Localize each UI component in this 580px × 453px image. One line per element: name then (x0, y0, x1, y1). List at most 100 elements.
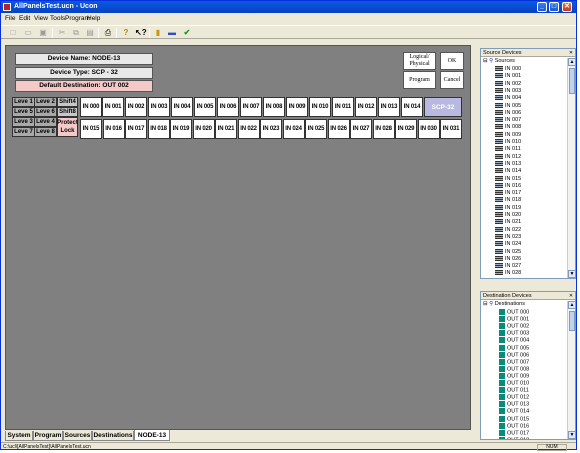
level-6-button[interactable]: Leve 6 (34, 107, 57, 117)
scroll-down-icon[interactable]: ▼ (568, 431, 575, 439)
destination-device-item[interactable]: OUT 006 (499, 351, 529, 359)
source-button[interactable]: IN 017 (125, 119, 147, 139)
source-device-item[interactable]: IN 011 (495, 146, 521, 153)
copy-icon[interactable]: ⧉ (71, 28, 81, 38)
source-button[interactable]: IN 013 (378, 97, 400, 117)
open-icon[interactable]: ▭ (23, 28, 33, 38)
source-button[interactable]: IN 015 (80, 119, 102, 139)
source-button[interactable]: IN 005 (194, 97, 216, 117)
tab-system[interactable]: System (5, 431, 33, 441)
menu-tools[interactable]: Tools (50, 15, 65, 22)
help-icon[interactable]: ? (121, 28, 131, 38)
destination-device-item[interactable]: OUT 009 (499, 372, 529, 380)
destination-device-item[interactable]: OUT 017 (499, 429, 529, 437)
source-button[interactable]: IN 002 (125, 97, 147, 117)
source-device-item[interactable]: IN 000 (495, 66, 521, 73)
menu-view[interactable]: View (34, 15, 48, 22)
source-button[interactable]: IN 025 (305, 119, 327, 139)
tab-sources[interactable]: Sources (63, 431, 92, 441)
source-device-item[interactable]: IN 015 (495, 176, 521, 183)
source-device-item[interactable]: IN 020 (495, 212, 521, 219)
source-device-item[interactable]: IN 006 (495, 110, 521, 117)
source-device-item[interactable]: IN 004 (495, 95, 521, 102)
source-device-item[interactable]: IN 025 (495, 249, 521, 256)
shift8-button[interactable]: Shift8 (57, 107, 78, 117)
source-button[interactable]: IN 000 (80, 97, 102, 117)
destination-device-item[interactable]: OUT 016 (499, 422, 529, 430)
source-button[interactable]: IN 010 (309, 97, 331, 117)
source-button[interactable]: IN 031 (440, 119, 462, 139)
source-button[interactable]: IN 029 (395, 119, 417, 139)
source-button[interactable]: IN 024 (282, 119, 305, 139)
scroll-up-icon[interactable]: ▲ (568, 58, 575, 66)
destination-device-item[interactable]: OUT 011 (499, 387, 529, 394)
panel-icon[interactable]: ▮ (153, 28, 163, 38)
check-icon[interactable]: ✔ (182, 28, 192, 38)
destination-tree[interactable]: ⊟ ⚲ Destinations OUT 000 OUT 001 OUT 002 OU… (481, 301, 567, 439)
source-device-item[interactable]: IN 001 (495, 73, 521, 80)
source-device-item[interactable]: IN 016 (495, 183, 521, 190)
source-button[interactable]: IN 007 (240, 97, 262, 117)
source-button[interactable]: IN 019 (170, 119, 192, 139)
logical-physical-button[interactable]: Logical/ Physical (403, 52, 436, 70)
destination-device-item[interactable]: OUT 005 (499, 344, 529, 352)
source-device-item[interactable]: IN 024 (495, 241, 521, 248)
source-device-item[interactable]: IN 010 (495, 139, 521, 146)
source-button[interactable]: IN 027 (350, 119, 372, 139)
destinations-root-node[interactable]: ⊟ ⚲ Destinations (483, 301, 525, 307)
source-device-item[interactable]: IN 005 (495, 103, 521, 110)
level-4-button[interactable]: Leve 4 (34, 117, 57, 127)
source-button[interactable]: IN 028 (372, 119, 395, 139)
cancel-button[interactable]: Cancel (440, 71, 464, 89)
source-button[interactable]: IN 018 (147, 119, 170, 139)
panel-editor-canvas[interactable]: Device Name: NODE-13 Device Type: SCP - … (5, 45, 471, 430)
level-8-button[interactable]: Leve 8 (34, 127, 57, 137)
source-scrollbar[interactable]: ▲ ▼ (567, 58, 575, 278)
source-button[interactable]: IN 016 (102, 119, 125, 139)
source-device-item[interactable]: IN 022 (495, 227, 521, 234)
level-2-button[interactable]: Leve 2 (34, 97, 57, 107)
scp-32-button[interactable]: SCP-32 (424, 97, 462, 117)
destination-device-item[interactable]: OUT 013 (499, 401, 529, 408)
source-device-item[interactable]: IN 013 (495, 161, 521, 168)
minimize-button[interactable]: _ (537, 2, 547, 12)
destination-scrollbar[interactable]: ▲ ▼ (567, 301, 575, 439)
level-3-button[interactable]: Leve 3 (12, 117, 35, 127)
source-device-item[interactable]: IN 007 (495, 117, 521, 124)
tab-program[interactable]: Program (33, 431, 63, 441)
sources-root-node[interactable]: ⊟ ⚲ Sources (483, 58, 515, 64)
download-icon[interactable]: ▬ (167, 28, 177, 38)
source-button[interactable]: IN 009 (286, 97, 308, 117)
tab-node-13[interactable]: NODE-13 (134, 430, 170, 441)
menu-help[interactable]: Help (87, 15, 100, 22)
print-icon[interactable]: ⎙ (103, 28, 113, 38)
level-7-button[interactable]: Leve 7 (12, 127, 35, 137)
destination-device-item[interactable]: OUT 018 (499, 436, 529, 439)
source-button[interactable]: IN 020 (192, 119, 215, 139)
paste-icon[interactable]: ▤ (85, 28, 95, 38)
source-button[interactable]: IN 022 (237, 119, 260, 139)
source-tree[interactable]: ⊟ ⚲ Sources IN 000 IN 001 IN 002 IN 003 IN 0… (481, 58, 567, 278)
level-1-button[interactable]: Leve 1 (12, 97, 35, 107)
source-button[interactable]: IN 014 (401, 97, 423, 117)
destination-device-item[interactable]: OUT 012 (499, 394, 529, 401)
destination-device-item[interactable]: OUT 008 (499, 365, 529, 373)
scroll-thumb[interactable] (569, 311, 575, 331)
source-device-item[interactable]: IN 028 (495, 270, 521, 277)
destination-device-item[interactable]: OUT 003 (499, 330, 529, 337)
tab-destinations[interactable]: Destinations (92, 431, 134, 441)
save-icon[interactable]: ▣ (38, 28, 48, 38)
source-device-item[interactable]: IN 014 (495, 168, 521, 175)
source-device-item[interactable]: IN 002 (495, 81, 521, 88)
close-icon[interactable]: ✕ (568, 50, 574, 56)
source-device-item[interactable]: IN 009 (495, 132, 521, 139)
source-button[interactable]: IN 001 (102, 97, 124, 117)
title-bar[interactable]: AllPanelsTest.ucn - Ucon _ □ ✕ (1, 1, 576, 13)
new-icon[interactable]: □ (8, 28, 18, 38)
menu-edit[interactable]: Edit (19, 15, 30, 22)
source-button[interactable]: IN 004 (171, 97, 193, 117)
destination-device-item[interactable]: OUT 000 (499, 309, 529, 316)
destination-device-item[interactable]: OUT 001 (499, 316, 529, 323)
source-device-item[interactable]: IN 023 (495, 234, 521, 241)
source-device-item[interactable]: IN 008 (495, 124, 521, 131)
